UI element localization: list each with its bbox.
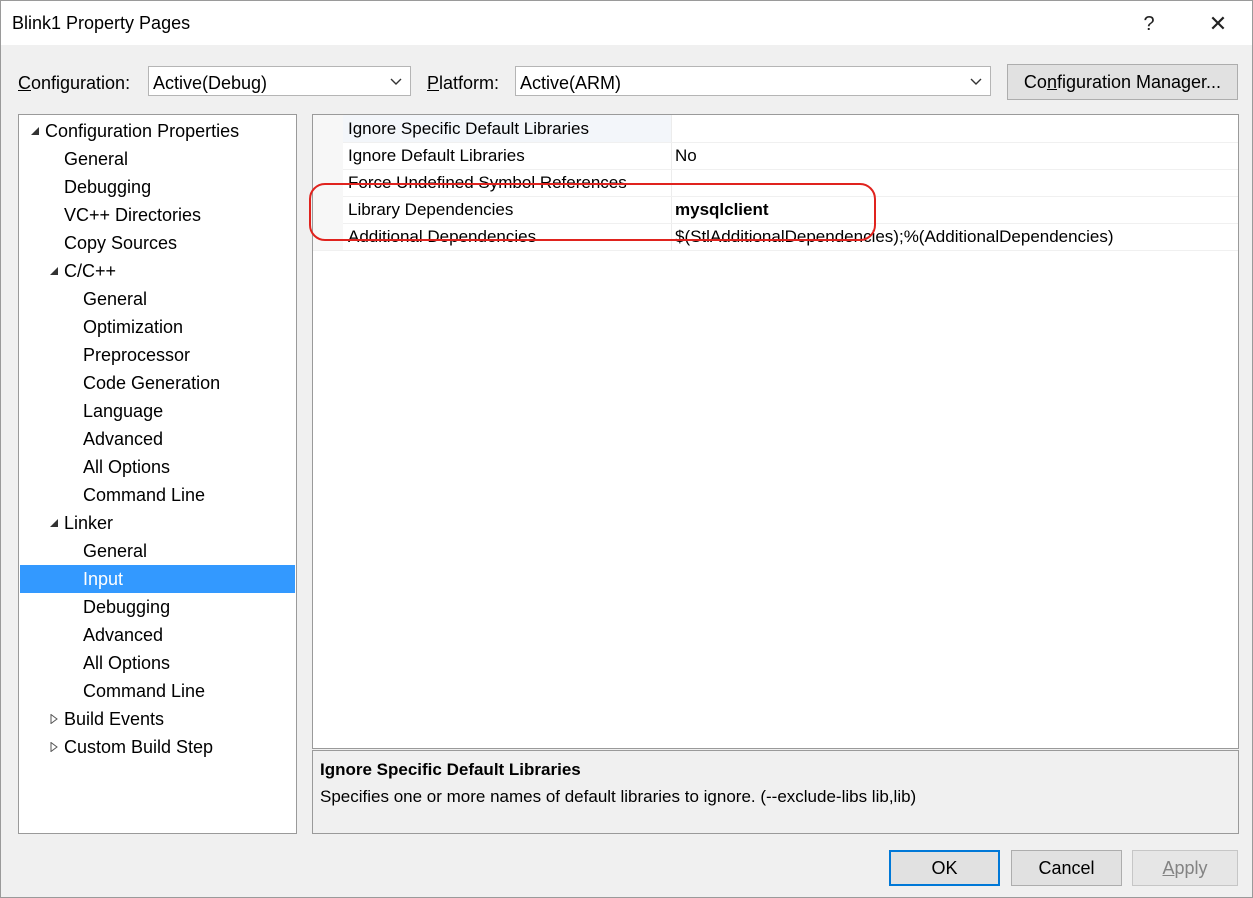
platform-value: Active(ARM) [520,73,622,93]
tree-item-label: Optimization [83,317,184,337]
property-name: Ignore Specific Default Libraries [348,119,589,138]
property-value[interactable]: mysqlclient [675,200,769,220]
configuration-dropdown[interactable]: Active(Debug) [148,66,411,96]
collapsed-triangle-icon[interactable] [49,742,59,752]
tree-item-label: General [83,289,148,309]
row-gutter [313,169,343,196]
tree-item[interactable]: Optimization [20,313,295,341]
tree-item-label: Advanced [83,625,164,645]
expanded-triangle-icon[interactable] [49,518,59,528]
expanded-triangle-icon[interactable] [30,126,40,136]
tree-item-label: Preprocessor [83,345,191,365]
tree-item-label: Linker [64,513,114,533]
tree-item-label: Debugging [83,597,171,617]
chevron-down-icon [970,78,982,85]
tree-item[interactable]: Language [20,397,295,425]
property-grid[interactable]: Ignore Specific Default Libraries Ignore … [312,114,1239,749]
configuration-label: Configuration: [18,73,131,93]
tree-item[interactable]: Debugging [20,593,295,621]
description-title: Ignore Specific Default Libraries [320,760,581,779]
tree-item-label: VC++ Directories [64,205,202,225]
tree-item-label: Language [83,401,164,421]
tree-item[interactable]: Command Line [20,481,295,509]
property-row[interactable]: Force Undefined Symbol References [313,169,1238,197]
ok-button[interactable]: OK [889,850,1000,886]
tree-item[interactable]: Configuration Properties [20,117,295,145]
title-bar: Blink1 Property Pages ? ✕ [1,1,1252,45]
tree-item-label: Configuration Properties [45,121,240,141]
tree-item[interactable]: General [20,537,295,565]
tree-item[interactable]: Linker [20,509,295,537]
collapsed-triangle-icon[interactable] [49,714,59,724]
tree-item[interactable]: Code Generation [20,369,295,397]
tree-item-label: Code Generation [83,373,221,393]
configuration-value: Active(Debug) [153,73,268,93]
tree-item-label: Advanced [83,429,164,449]
tree-item-label: Input [83,569,124,589]
tree-item[interactable]: VC++ Directories [20,201,295,229]
tree-item-label: Build Events [64,709,165,729]
tree-item[interactable]: Build Events [20,705,295,733]
tree-item[interactable]: Copy Sources [20,229,295,257]
tree-item-label: Copy Sources [64,233,178,253]
property-row[interactable]: Library Dependencies mysqlclient [313,196,1238,224]
tree-item-label: Command Line [83,681,206,701]
tree-item[interactable]: Custom Build Step [20,733,295,761]
platform-label: Platform: [427,73,500,93]
property-value[interactable]: No [675,146,697,166]
property-name: Library Dependencies [348,200,514,219]
description-text: Specifies one or more names of default l… [320,787,917,806]
description-panel: Ignore Specific Default Libraries Specif… [312,750,1239,834]
property-value[interactable]: $(StlAdditionalDependencies);%(Additiona… [675,227,1114,247]
tree-item[interactable]: General [20,145,295,173]
tree-item-label: General [64,149,129,169]
cancel-button[interactable]: Cancel [1011,850,1122,886]
tree-item[interactable]: Input [20,565,295,593]
configuration-manager-button[interactable]: Configuration Manager... [1007,64,1238,100]
window-title: Blink1 Property Pages [12,13,191,33]
property-row[interactable]: Additional Dependencies $(StlAdditionalDe… [313,223,1238,251]
tree-item[interactable]: General [20,285,295,313]
tree-item[interactable]: Preprocessor [20,341,295,369]
tree-item-label: Command Line [83,485,206,505]
category-tree[interactable]: Configuration Properties General Debugging… [18,114,297,834]
chevron-down-icon [390,78,402,85]
property-name: Additional Dependencies [348,227,537,246]
property-name: Ignore Default Libraries [348,146,525,165]
tree-item-label: C/C++ [64,261,117,281]
apply-button[interactable]: Apply [1132,850,1238,886]
tree-item[interactable]: All Options [20,453,295,481]
tree-item[interactable]: Advanced [20,621,295,649]
platform-dropdown[interactable]: Active(ARM) [515,66,991,96]
tree-item[interactable]: All Options [20,649,295,677]
tree-item-label: All Options [83,457,171,477]
row-gutter [313,196,343,223]
property-name: Force Undefined Symbol References [348,173,627,192]
tree-item[interactable]: Command Line [20,677,295,705]
tree-item[interactable]: C/C++ [20,257,295,285]
property-row[interactable]: Ignore Specific Default Libraries [313,115,1238,143]
tree-item-label: Debugging [64,177,152,197]
tree-item-label: Custom Build Step [64,737,214,757]
close-icon[interactable]: ✕ [1198,9,1238,39]
property-row[interactable]: Ignore Default Libraries No [313,142,1238,170]
tree-item-label: All Options [83,653,171,673]
row-gutter [313,223,343,250]
tree-item-label: General [83,541,148,561]
tree-item[interactable]: Debugging [20,173,295,201]
tree-item[interactable]: Advanced [20,425,295,453]
row-gutter [313,115,343,142]
row-gutter [313,142,343,169]
help-icon[interactable]: ? [1129,9,1169,39]
expanded-triangle-icon[interactable] [49,266,59,276]
